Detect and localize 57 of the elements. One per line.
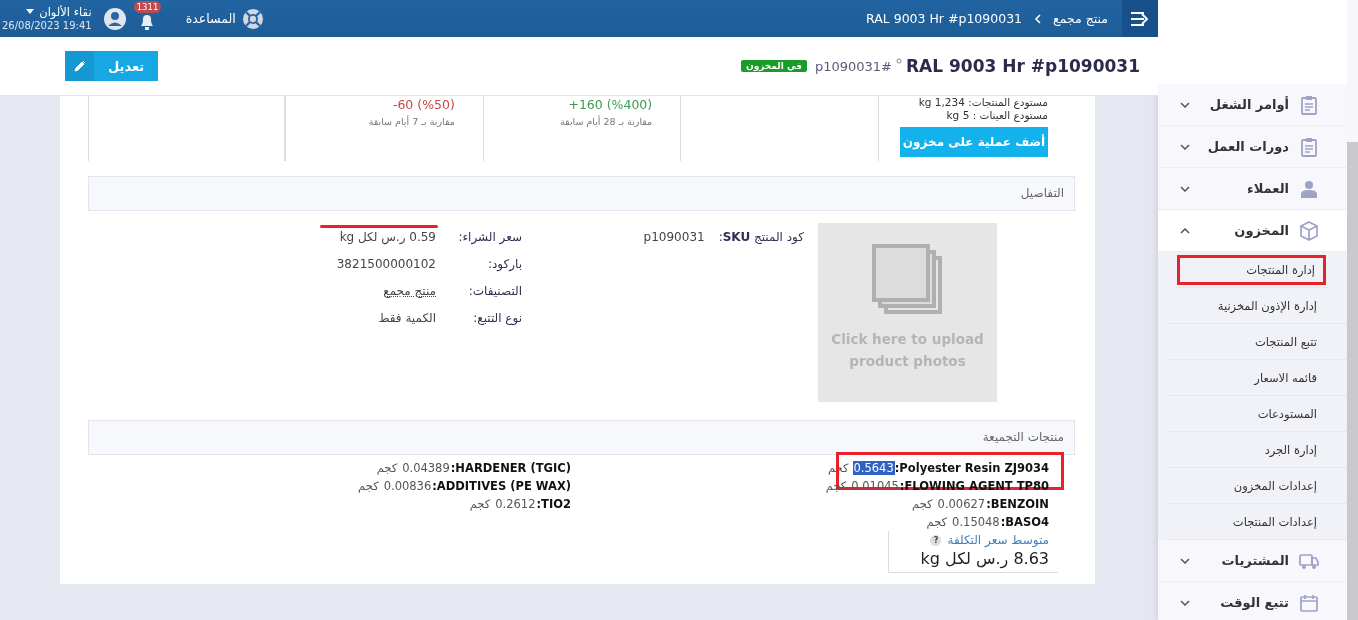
field-label: باركود: [486, 256, 522, 271]
submenu-item[interactable]: تتبع المنتجات [1168, 324, 1347, 360]
submenu-item[interactable]: المستودعات [1168, 396, 1347, 432]
menu-icon[interactable] [1122, 0, 1158, 37]
field-value: p1090031 [643, 229, 705, 244]
field-value: 3821500000102 [336, 256, 436, 271]
help-link[interactable]: المساعدة [185, 7, 264, 30]
comparison-note: مقارنة بـ 28 أيام سابقة [559, 116, 653, 127]
field-label: نوع التتبع: [472, 310, 522, 325]
person-icon [1299, 178, 1319, 199]
breadcrumb-item[interactable]: منتج مجمع [1053, 11, 1108, 26]
notification-badge: 1311 [133, 1, 162, 13]
submenu-item[interactable]: إدارة المنتجات [1174, 252, 1329, 288]
lifebuoy-icon [241, 7, 264, 30]
submenu-item[interactable]: قائمه الاسعار [1168, 360, 1347, 396]
stock-text: مستودع المنتجات: 1,234 kg [917, 96, 1048, 109]
product-title: RAL 9003 Hr #p1090031 [906, 56, 1140, 76]
chevron-left-icon [1034, 13, 1042, 24]
submenu-item[interactable]: إعدادات المخزون [1168, 468, 1347, 504]
pencil-icon [65, 51, 94, 81]
chevron-down-icon [1180, 557, 1190, 564]
stock-badge: في المخزون [740, 60, 807, 72]
section-header: التفاصيل [88, 176, 1075, 211]
field-value: 0.59 ر.س لكل kg [339, 229, 436, 244]
chevron-down-icon [1180, 185, 1190, 192]
chevron-up-icon [1180, 227, 1190, 234]
pin-icon [896, 58, 902, 64]
calendar-icon [1299, 592, 1319, 613]
box-icon [1299, 220, 1319, 241]
submenu-item[interactable]: إدارة الجرد [1168, 432, 1347, 468]
chevron-down-icon [1180, 143, 1190, 150]
clipboard-icon [1299, 94, 1319, 115]
change-value: -60 (%50) [391, 97, 455, 112]
cost-link[interactable]: متوسط سعر التكلفة [947, 533, 1049, 547]
help-badge[interactable]: ? [930, 534, 942, 546]
user-menu[interactable]: نقاء الألوان [2, 4, 92, 19]
user-avatar-icon[interactable] [103, 7, 126, 30]
stock-text: مستودع العينات : 5 kg [945, 109, 1048, 122]
chevron-down-icon [1180, 101, 1190, 108]
product-code: p1090031# [814, 58, 892, 74]
field-label: التصنيفات: [467, 283, 522, 298]
category-link[interactable]: منتج مجمع [383, 283, 436, 298]
scrollbar[interactable] [1347, 142, 1358, 620]
cost-value: 8.63 ر.س لكل kg [919, 549, 1049, 568]
sidebar-item[interactable]: المخزون [1158, 210, 1347, 252]
breadcrumb-item: RAL 9003 Hr #p1090031 [866, 11, 1023, 26]
change-value: +160 (%400) [567, 97, 653, 112]
comparison-note: مقارنة بـ 7 أيام سابقة [367, 116, 455, 127]
submenu-item[interactable]: إدارة الإذون المخزنية [1168, 288, 1347, 324]
field-value: الكمية فقط [378, 310, 436, 325]
field-label: سعر الشراء: [457, 229, 522, 244]
caret-down-icon [26, 9, 35, 14]
clipboard-icon [1299, 136, 1319, 157]
date-time: 19:41 26/08/2023 [2, 19, 92, 33]
stacked-frames-icon [871, 243, 944, 316]
chevron-down-icon [1180, 599, 1190, 606]
section-header: منتجات التجميعة [88, 420, 1075, 455]
